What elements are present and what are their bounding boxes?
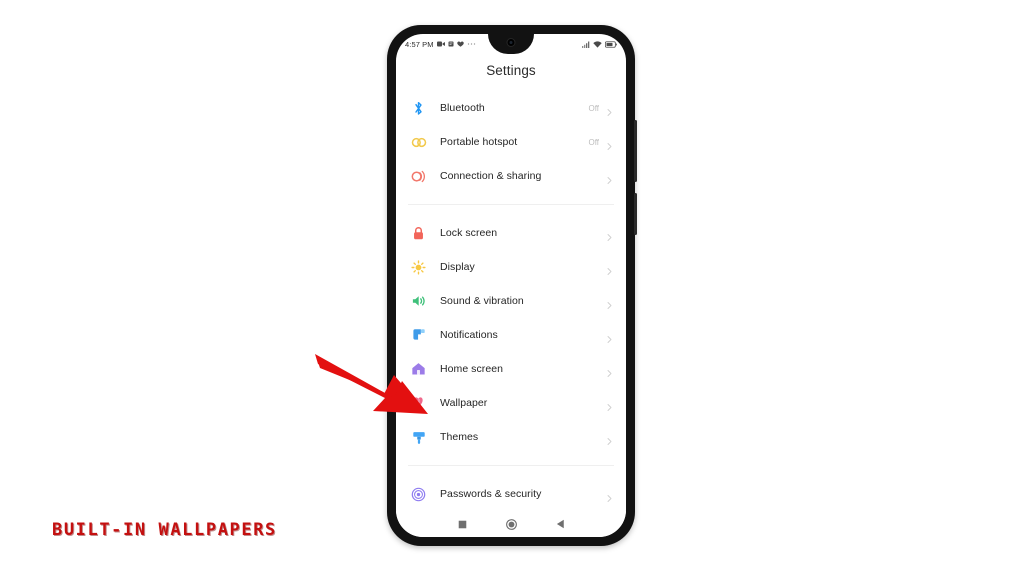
settings-row-home-screen[interactable]: Home screen: [396, 352, 626, 386]
settings-row-themes[interactable]: Themes: [396, 420, 626, 454]
settings-group-security: Passwords & security: [396, 477, 626, 511]
chevron-right-icon: [605, 433, 614, 445]
settings-row-label: Bluetooth: [440, 102, 485, 114]
settings-row-connection-sharing[interactable]: Connection & sharing: [396, 159, 626, 193]
settings-row-label: Connection & sharing: [440, 170, 542, 182]
wallpaper-flower-icon: [410, 395, 427, 412]
battery-icon: [605, 40, 617, 48]
recents-square-icon[interactable]: [458, 520, 467, 529]
chevron-right-icon: [605, 138, 614, 150]
home-circle-icon[interactable]: [505, 518, 517, 530]
settings-row-wallpaper[interactable]: Wallpaper: [396, 386, 626, 420]
back-triangle-icon[interactable]: [556, 519, 565, 529]
settings-row-bluetooth[interactable]: Bluetooth Off: [396, 91, 626, 125]
home-house-icon: [410, 361, 427, 378]
settings-row-label: Wallpaper: [440, 397, 488, 409]
page-title: Settings: [486, 63, 536, 78]
settings-row-portable-hotspot[interactable]: Portable hotspot Off: [396, 125, 626, 159]
more-dots-icon: [467, 42, 476, 46]
settings-row-label: Home screen: [440, 363, 503, 375]
chevron-right-icon: [605, 229, 614, 241]
settings-row-label: Themes: [440, 431, 479, 443]
chevron-right-icon: [605, 172, 614, 184]
speaker-icon: [410, 293, 427, 310]
face-icon: [456, 41, 464, 47]
signal-bars-icon: [582, 41, 590, 48]
settings-row-lock-screen[interactable]: Lock screen: [396, 216, 626, 250]
settings-row-value: Off: [588, 103, 599, 113]
wifi-icon: [593, 40, 602, 48]
bluetooth-icon: [410, 100, 427, 117]
status-bar: 4:57 PM: [396, 34, 626, 54]
settings-group-personalization: Lock screen Display Sound & vibration No…: [396, 216, 626, 454]
chevron-right-icon: [605, 399, 614, 411]
settings-row-value: Off: [588, 137, 599, 147]
phone-device-frame: 4:57 PM Settings Bluetooth Off Portable …: [387, 25, 637, 546]
screenshot-canvas: 4:57 PM Settings Bluetooth Off Portable …: [0, 0, 1024, 576]
chevron-right-icon: [605, 365, 614, 377]
notifications-icon: [410, 327, 427, 344]
settings-row-display[interactable]: Display: [396, 250, 626, 284]
settings-list: Bluetooth Off Portable hotspot Off Conne…: [396, 91, 626, 511]
chevron-right-icon: [605, 104, 614, 116]
phone-screen: 4:57 PM Settings Bluetooth Off Portable …: [396, 34, 626, 537]
video-camera-icon: [436, 41, 445, 47]
settings-row-passwords-security[interactable]: Passwords & security: [396, 477, 626, 511]
connection-sharing-icon: [410, 168, 427, 185]
power-button[interactable]: [634, 193, 637, 235]
chevron-right-icon: [605, 331, 614, 343]
caption-text: BUILT-IN WALLPAPERS: [52, 520, 277, 540]
status-bar-right: [582, 40, 617, 48]
status-bar-left: 4:57 PM: [405, 40, 476, 49]
volume-button[interactable]: [634, 120, 637, 182]
themes-brush-icon: [410, 429, 427, 446]
status-time: 4:57 PM: [405, 39, 434, 49]
settings-row-label: Passwords & security: [440, 488, 542, 500]
hotspot-icon: [410, 134, 427, 151]
group-divider: [408, 465, 614, 466]
group-divider: [408, 204, 614, 205]
brightness-sun-icon: [410, 259, 427, 276]
settings-row-sound-vibration[interactable]: Sound & vibration: [396, 284, 626, 318]
settings-row-label: Sound & vibration: [440, 295, 524, 307]
chevron-right-icon: [605, 490, 614, 502]
fingerprint-icon: [410, 486, 427, 503]
settings-row-label: Notifications: [440, 329, 498, 341]
settings-row-notifications[interactable]: Notifications: [396, 318, 626, 352]
settings-row-label: Portable hotspot: [440, 136, 518, 148]
chevron-right-icon: [605, 263, 614, 275]
calendar-icon: [448, 41, 454, 47]
chevron-right-icon: [605, 297, 614, 309]
navigation-bar: [396, 511, 626, 537]
settings-row-label: Display: [440, 261, 475, 273]
lock-icon: [410, 225, 427, 242]
settings-group-connectivity: Bluetooth Off Portable hotspot Off Conne…: [396, 91, 626, 193]
settings-row-label: Lock screen: [440, 227, 498, 239]
